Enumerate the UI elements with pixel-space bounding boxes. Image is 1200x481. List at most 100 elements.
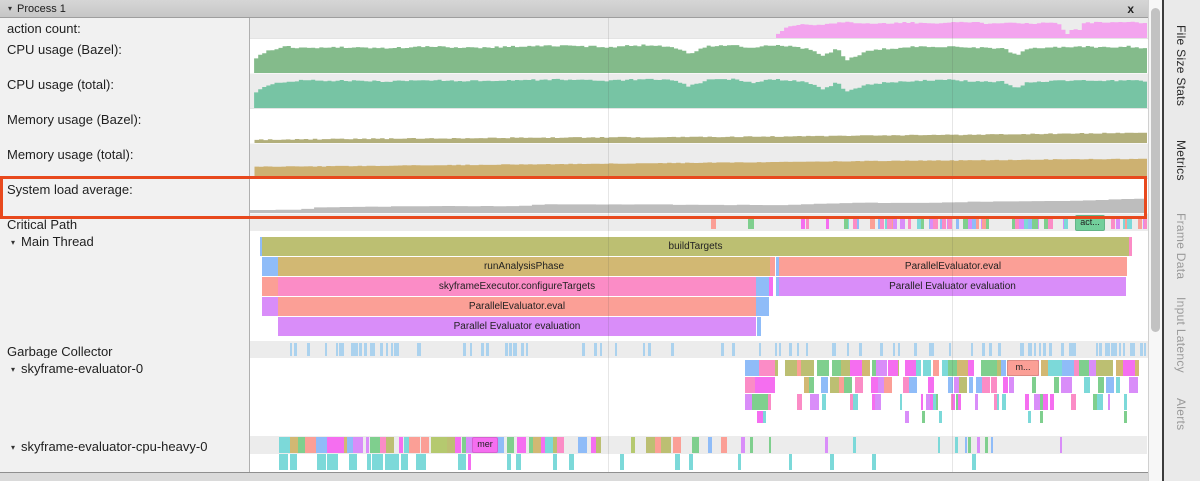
trace-slice[interactable]	[386, 437, 394, 453]
span-slice[interactable]	[756, 277, 769, 296]
span-parallel-evaluator-evaluation[interactable]: Parallel Evaluator evaluation	[278, 317, 756, 336]
trace-slice[interactable]	[1050, 343, 1052, 356]
span-parallelevaluator-eval[interactable]: ParallelEvaluator.eval	[779, 257, 1127, 276]
trace-slice[interactable]	[982, 216, 986, 229]
trace-slice[interactable]	[870, 216, 875, 229]
trace-slice[interactable]	[1108, 394, 1110, 410]
trace-slice[interactable]	[370, 437, 380, 453]
trace-slice[interactable]	[1062, 360, 1073, 376]
trace-slice[interactable]	[1096, 343, 1098, 356]
vertical-scrollbar[interactable]	[1148, 0, 1162, 481]
trace-slice[interactable]	[745, 360, 759, 376]
trace-slice[interactable]	[830, 454, 834, 470]
trace-slice[interactable]	[316, 437, 327, 453]
trace-slice[interactable]	[862, 360, 870, 376]
trace-slice[interactable]	[844, 216, 848, 229]
trace-slice[interactable]	[1089, 360, 1096, 376]
trace-slice[interactable]	[327, 437, 336, 453]
trace-slice[interactable]	[1034, 343, 1036, 356]
trace-slice[interactable]	[675, 454, 679, 470]
trace-slice[interactable]	[1028, 216, 1033, 229]
trace-slice[interactable]	[1108, 343, 1110, 356]
trace-slice[interactable]	[386, 343, 388, 356]
skyframe-evaluator-cpu-heavy-0-row-track[interactable]: mer	[250, 436, 1148, 472]
trace-slice[interactable]	[372, 454, 378, 470]
trace-slice[interactable]	[975, 394, 978, 410]
span-parallelevaluator-eval[interactable]: ParallelEvaluator.eval	[278, 297, 756, 316]
trace-slice[interactable]	[809, 377, 814, 393]
trace-slice[interactable]	[298, 437, 305, 453]
trace-slice[interactable]	[401, 454, 409, 470]
trace-slice[interactable]	[317, 454, 326, 470]
trace-slice[interactable]	[741, 437, 745, 453]
trace-slice[interactable]	[1100, 360, 1112, 376]
trace-slice[interactable]	[801, 216, 804, 229]
trace-slice[interactable]	[1054, 377, 1059, 393]
trace-slice[interactable]	[942, 216, 945, 229]
trace-slice[interactable]	[898, 343, 900, 356]
trace-slice[interactable]	[486, 343, 489, 356]
trace-slice[interactable]	[1144, 343, 1147, 356]
trace-slice[interactable]	[1028, 411, 1031, 423]
trace-slice[interactable]	[801, 360, 815, 376]
trace-slice[interactable]	[391, 343, 393, 356]
trace-slice[interactable]	[822, 394, 826, 410]
trace-slice[interactable]	[359, 343, 362, 356]
trace-slice[interactable]	[1106, 377, 1113, 393]
trace-slice[interactable]	[646, 437, 655, 453]
event-chip[interactable]: m...	[1007, 360, 1039, 376]
trace-slice[interactable]	[853, 216, 858, 229]
trace-slice[interactable]	[832, 343, 834, 356]
trace-slice[interactable]	[648, 343, 651, 356]
trace-slice[interactable]	[1060, 437, 1062, 453]
trace-slice[interactable]	[505, 343, 508, 356]
trace-slice[interactable]	[745, 377, 755, 393]
trace-slice[interactable]	[325, 343, 327, 356]
event-chip[interactable]: act...	[1075, 215, 1105, 231]
trace-slice[interactable]	[1002, 394, 1006, 410]
trace-slice[interactable]	[509, 343, 512, 356]
trace-slice[interactable]	[1025, 394, 1028, 410]
monitor-row-mem-total-track[interactable]	[250, 144, 1148, 179]
trace-slice[interactable]	[939, 411, 942, 423]
trace-slice[interactable]	[914, 343, 917, 356]
span-slice[interactable]	[756, 297, 769, 316]
trace-slice[interactable]	[1069, 343, 1072, 356]
trace-slice[interactable]	[797, 343, 799, 356]
span-slice[interactable]	[1129, 237, 1132, 256]
trace-slice[interactable]	[905, 411, 908, 423]
trace-slice[interactable]	[797, 394, 802, 410]
trace-slice[interactable]	[817, 360, 829, 376]
trace-slice[interactable]	[936, 394, 938, 410]
trace-slice[interactable]	[806, 343, 809, 356]
trace-slice[interactable]	[732, 343, 734, 356]
trace-slice[interactable]	[1061, 343, 1064, 356]
tab-input-latency[interactable]: Input Latency	[1174, 297, 1188, 373]
trace-slice[interactable]	[847, 343, 849, 356]
trace-slice[interactable]	[671, 343, 674, 356]
trace-slice[interactable]	[985, 216, 989, 229]
trace-slice[interactable]	[888, 360, 897, 376]
trace-slice[interactable]	[875, 394, 881, 410]
trace-slice[interactable]	[1001, 360, 1006, 376]
trace-slice[interactable]	[1098, 377, 1104, 393]
trace-slice[interactable]	[1032, 377, 1037, 393]
trace-slice[interactable]	[481, 343, 484, 356]
trace-slice[interactable]	[455, 437, 462, 453]
trace-slice[interactable]	[545, 437, 554, 453]
trace-slice[interactable]	[578, 437, 587, 453]
trace-slice[interactable]	[507, 454, 511, 470]
trace-slice[interactable]	[366, 437, 369, 453]
vertical-scrollbar-thumb[interactable]	[1151, 8, 1160, 332]
trace-slice[interactable]	[431, 437, 447, 453]
trace-slice[interactable]	[738, 454, 741, 470]
trace-slice[interactable]	[989, 343, 992, 356]
trace-slice[interactable]	[893, 343, 896, 356]
trace-slice[interactable]	[982, 343, 985, 356]
trace-slice[interactable]	[752, 394, 768, 410]
trace-slice[interactable]	[517, 437, 526, 453]
trace-slice[interactable]	[928, 377, 934, 393]
monitor-row-action-count-track[interactable]	[250, 18, 1148, 39]
trace-slice[interactable]	[871, 377, 878, 393]
trace-slice[interactable]	[526, 343, 528, 356]
